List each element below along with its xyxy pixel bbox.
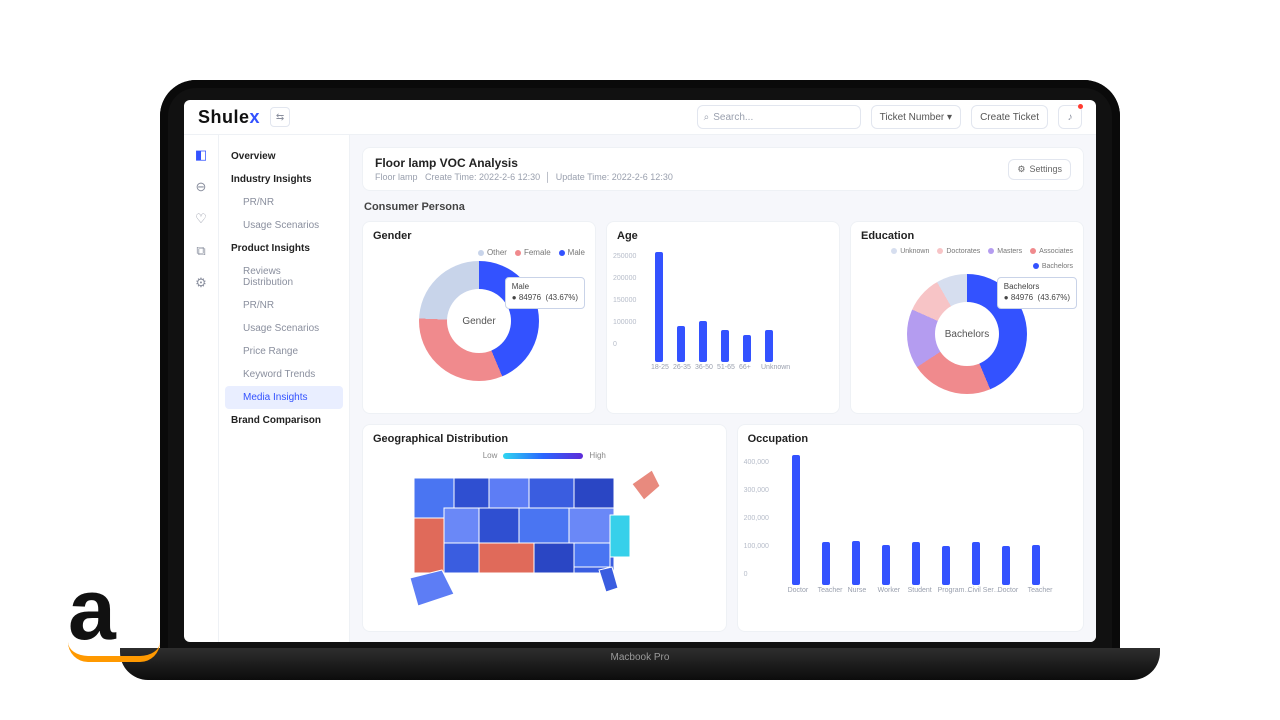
chevron-down-icon: ▾ xyxy=(947,112,952,123)
title-bar: Floor lamp VOC Analysis Floor lamp Creat… xyxy=(362,147,1084,191)
laptop-frame: Shulex ⇆ ⌕ Search... Ticket Number ▾ Cre… xyxy=(160,80,1120,660)
sidebar-brand[interactable]: Brand Comparison xyxy=(219,409,349,432)
header: Shulex ⇆ ⌕ Search... Ticket Number ▾ Cre… xyxy=(184,100,1096,135)
card-title: Occupation xyxy=(748,433,1073,445)
tooltip: Bachelors ● 84976 (43.67%) xyxy=(997,277,1077,309)
occupation-bars xyxy=(788,451,1073,585)
map-legend: LowHigh xyxy=(373,451,716,460)
sidebar-item[interactable]: PR/NR xyxy=(225,191,343,214)
x-axis: Doctor Teacher Nurse Worker Student Prog… xyxy=(788,585,1073,594)
search-placeholder: Search... xyxy=(713,112,753,123)
globe-icon[interactable]: ⊖ xyxy=(193,179,209,195)
sidebar-item-media[interactable]: Media Insights xyxy=(225,386,343,409)
card-title: Geographical Distribution xyxy=(373,433,716,445)
sidebar-item[interactable]: Usage Scenarios xyxy=(225,317,343,340)
y-axis: 2500002000001500001000000 xyxy=(613,246,636,356)
x-axis: 18-25 26-35 36-50 51-65 66+ Unknown xyxy=(651,362,829,371)
legend: Unknown Doctorates Masters Associates Ba… xyxy=(861,248,1073,270)
y-axis: 400,000300,000200,000100,0000 xyxy=(744,449,769,589)
card-title: Age xyxy=(617,230,829,242)
card-gender: Gender Other Female Male Gender Mal xyxy=(362,221,596,414)
page-subtitle: Floor lamp Create Time: 2022-2-6 12:30 │… xyxy=(375,172,673,182)
sidebar-item[interactable]: Usage Scenarios xyxy=(225,214,343,237)
tooltip: Male ● 84976 (43.67%) xyxy=(505,277,585,309)
analytics-icon[interactable]: ⧉ xyxy=(193,243,209,259)
share-icon[interactable]: ⇆ xyxy=(270,107,290,127)
us-map xyxy=(384,460,704,610)
bell-icon[interactable]: ♪ xyxy=(1058,105,1082,129)
sidebar-product[interactable]: Product Insights xyxy=(219,237,349,260)
create-ticket-button[interactable]: Create Ticket xyxy=(971,105,1048,129)
card-age: Age 2500002000001500001000000 18-25 xyxy=(606,221,840,414)
age-bars xyxy=(651,248,829,362)
shield-icon[interactable]: ♡ xyxy=(193,211,209,227)
main: Floor lamp VOC Analysis Floor lamp Creat… xyxy=(350,135,1096,642)
amazon-logo: a xyxy=(68,580,160,662)
laptop-base: Macbook Pro xyxy=(120,648,1160,680)
search-input[interactable]: ⌕ Search... xyxy=(697,105,861,129)
dashboard-icon[interactable]: ◧ xyxy=(193,147,209,163)
sidebar-item[interactable]: PR/NR xyxy=(225,294,343,317)
sidebar-item[interactable]: Reviews Distribution xyxy=(225,260,343,294)
screen: Shulex ⇆ ⌕ Search... Ticket Number ▾ Cre… xyxy=(184,100,1096,642)
settings-button[interactable]: ⚙ Settings xyxy=(1008,159,1071,180)
sidebar-item[interactable]: Price Range xyxy=(225,340,343,363)
sidebar: Overview Industry Insights PR/NR Usage S… xyxy=(219,135,350,642)
ticket-filter[interactable]: Ticket Number ▾ xyxy=(871,105,961,129)
sidebar-item[interactable]: Keyword Trends xyxy=(225,363,343,386)
card-title: Gender xyxy=(373,230,585,242)
card-geo: Geographical Distribution LowHigh xyxy=(362,424,727,632)
card-title: Education xyxy=(861,230,1073,242)
sidebar-overview[interactable]: Overview xyxy=(219,145,349,168)
settings-icon[interactable]: ⚙ xyxy=(193,275,209,291)
page-title: Floor lamp VOC Analysis xyxy=(375,156,673,170)
brand-logo[interactable]: Shulex xyxy=(198,107,260,128)
nav-rail: ◧ ⊖ ♡ ⧉ ⚙ xyxy=(184,135,219,642)
section-title: Consumer Persona xyxy=(364,201,1082,213)
search-icon: ⌕ xyxy=(704,112,710,123)
card-occupation: Occupation 400,000300,000200,000100,0000 xyxy=(737,424,1084,632)
sidebar-industry[interactable]: Industry Insights xyxy=(219,168,349,191)
gear-icon: ⚙ xyxy=(1017,164,1025,175)
legend: Other Female Male xyxy=(373,248,585,257)
card-education: Education Unknown Doctorates Masters Ass… xyxy=(850,221,1084,414)
